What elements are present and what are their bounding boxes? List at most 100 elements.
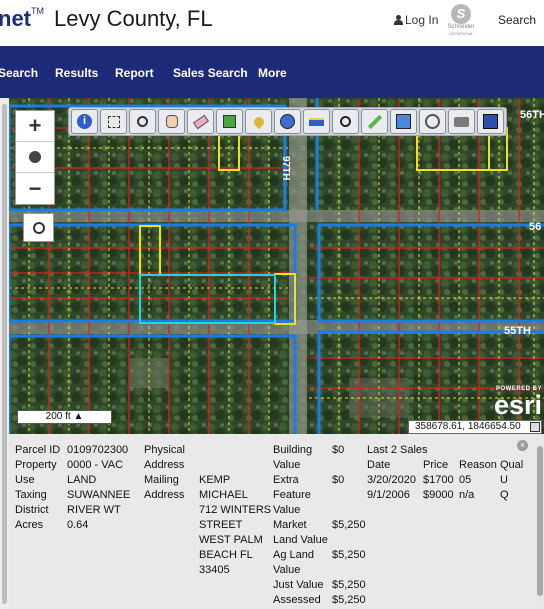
taxing-district-value-2: RIVER WT — [67, 504, 121, 516]
mailing-address-label: Mailing — [144, 474, 179, 486]
panel-scrollbar-thumb[interactable] — [537, 446, 543, 596]
mailing-line: KEMP — [199, 474, 231, 486]
ag-land-label-2: Value — [273, 564, 301, 576]
zoom-in-icon — [137, 116, 148, 127]
mailing-line: WEST PALM — [199, 534, 263, 546]
sale-reason: n/a — [459, 489, 475, 501]
zoom-button[interactable] — [332, 109, 359, 134]
coordinates-readout: 358678.61, 1846654.50 — [408, 420, 542, 434]
schneider-icon — [451, 4, 471, 24]
mailing-line: BEACH FL — [199, 549, 253, 561]
print-button[interactable] — [448, 109, 475, 134]
just-value: $5,250 — [332, 579, 366, 591]
measure-button[interactable] — [303, 109, 330, 134]
scale-bar: 200 ft ▲ — [17, 410, 112, 424]
assessed-value: $5,250 — [332, 594, 366, 606]
nav-more[interactable]: More — [258, 66, 287, 80]
schneider-logo[interactable]: Schneider GEOSPATIAL — [442, 4, 480, 36]
parcel-id-value: 0109702300 — [67, 444, 129, 456]
info-icon: i — [77, 114, 92, 129]
app-header: netTM Levy County, FL Log In Schneider G… — [0, 0, 544, 46]
acres-label: Acres — [15, 519, 44, 531]
zoom-in-tool-button[interactable] — [129, 109, 156, 134]
expand-icon[interactable] — [530, 422, 540, 432]
sales-header-date: Date — [367, 459, 391, 471]
main-nav: Search Results Report Sales Search More — [0, 46, 544, 98]
extra-feature-label-3: Value — [273, 504, 301, 516]
layers-button[interactable] — [274, 109, 301, 134]
mailing-line: STREET — [199, 519, 243, 531]
market-land-label-2: Land Value — [273, 534, 328, 546]
pushpin-button[interactable] — [245, 109, 272, 134]
eraser-icon — [192, 114, 209, 129]
mailing-line: 33405 — [199, 564, 230, 576]
sale-qual: U — [500, 474, 508, 486]
measure-icon — [309, 117, 324, 126]
extra-feature-value: $0 — [332, 474, 345, 486]
mailing-address-label-2: Address — [144, 489, 185, 501]
zoom-controls: + − — [15, 110, 55, 205]
page-scrollbar[interactable] — [0, 98, 9, 609]
login-link[interactable]: Log In — [394, 13, 438, 27]
pushpin-icon — [251, 114, 266, 129]
nav-sales-search[interactable]: Sales Search — [173, 66, 248, 80]
ag-land-value: $5,250 — [332, 549, 366, 561]
building-value-label-2: Value — [273, 459, 301, 471]
panel-scrollbar[interactable] — [536, 434, 544, 609]
map-view[interactable]: 97TH 56TH 56 55TH — [9, 98, 544, 434]
select-button[interactable] — [100, 109, 127, 134]
buffer-button[interactable] — [419, 109, 446, 134]
road-label-56: 56 — [529, 221, 542, 233]
scrollbar-thumb[interactable] — [2, 104, 7, 604]
sale-date: 3/20/2020 — [367, 474, 416, 486]
property-use-value: 0000 - VAC — [67, 459, 124, 471]
sale-price: $9000 — [423, 489, 454, 501]
triangle-icon: ▲ — [73, 411, 84, 422]
print-preview-button[interactable] — [390, 109, 417, 134]
taxing-district-label-2: District — [15, 504, 49, 516]
eraser-button[interactable] — [187, 109, 214, 134]
sale-reason: 05 — [459, 474, 472, 486]
mailing-line: 712 WINTERS — [199, 504, 272, 516]
page-title: Levy County, FL — [54, 6, 213, 31]
zoom-icon — [340, 116, 351, 127]
qpublic-logo[interactable]: netTM — [0, 6, 44, 32]
draw-icon — [367, 114, 382, 129]
zoom-in-button[interactable]: + — [16, 111, 54, 142]
parcel-map — [9, 98, 544, 434]
market-land-label: Market — [273, 519, 307, 531]
sale-price: $1700 — [423, 474, 454, 486]
nav-search[interactable]: Search — [0, 66, 38, 80]
sales-header-price: Price — [423, 459, 449, 471]
sale-date: 9/1/2006 — [367, 489, 410, 501]
parcel-id-label: Parcel ID — [15, 444, 61, 456]
taxing-district-label: Taxing — [15, 489, 47, 501]
login-label: Log In — [405, 13, 439, 27]
save-icon — [483, 114, 498, 129]
road-label-56th: 56TH — [520, 109, 544, 121]
home-button[interactable] — [16, 142, 54, 173]
nav-report[interactable]: Report — [115, 66, 154, 80]
select-icon — [107, 115, 120, 128]
search-link[interactable]: Search — [498, 13, 536, 27]
select-parcels-button[interactable] — [216, 109, 243, 134]
extra-feature-label-2: Feature — [273, 489, 311, 501]
sales-title: Last 2 Sales — [367, 444, 428, 456]
property-use-label: Property — [15, 459, 57, 471]
locate-button[interactable] — [23, 213, 54, 242]
esri-logo: POWERED BY esri — [493, 386, 542, 420]
sale-qual: Q — [500, 489, 509, 501]
info-button[interactable]: i — [71, 109, 98, 134]
close-icon[interactable]: × — [517, 440, 528, 451]
sales-header-reason: Reason — [459, 459, 497, 471]
mailing-line: MICHAEL — [199, 489, 248, 501]
zoom-out-button[interactable]: − — [16, 173, 54, 204]
print-preview-icon — [396, 114, 411, 129]
save-button[interactable] — [477, 109, 504, 134]
nav-results[interactable]: Results — [55, 66, 98, 80]
building-value-label: Building — [273, 444, 313, 456]
pan-button[interactable] — [158, 109, 185, 134]
draw-button[interactable] — [361, 109, 388, 134]
building-value: $0 — [332, 444, 345, 456]
ag-land-label: Ag Land — [273, 549, 314, 561]
